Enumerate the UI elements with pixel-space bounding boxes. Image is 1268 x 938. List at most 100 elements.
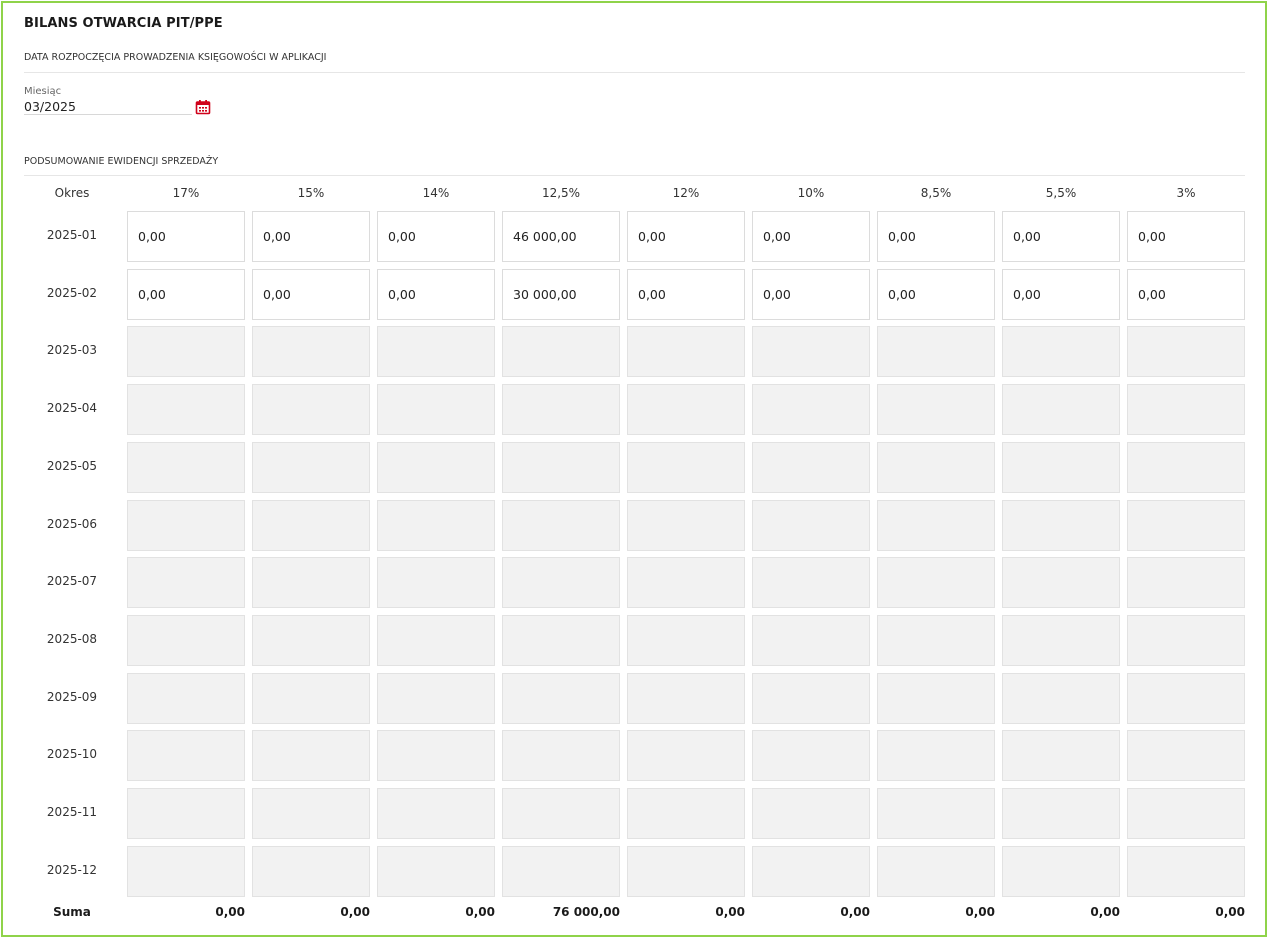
section-divider: [24, 72, 1245, 73]
sum-value: 76 000,00: [552, 905, 620, 920]
amount-input: [377, 441, 495, 493]
amount-input[interactable]: [502, 268, 620, 320]
amount-input: [127, 326, 245, 378]
amount-input: [1127, 788, 1245, 839]
amount-input: [252, 614, 370, 666]
amount-input[interactable]: [127, 268, 245, 320]
sum-value: 0,00: [1215, 905, 1245, 920]
amount-input[interactable]: [1127, 211, 1245, 262]
amount-input: [752, 730, 870, 782]
amount-input: [1002, 788, 1120, 839]
amount-input: [252, 326, 370, 378]
amount-input: [1002, 441, 1120, 493]
amount-input: [252, 788, 370, 839]
amount-input: [627, 614, 745, 666]
amount-input[interactable]: [1002, 268, 1120, 320]
amount-input: [502, 730, 620, 782]
amount-input: [627, 788, 745, 839]
amount-input: [127, 499, 245, 551]
period-label: 2025-07: [46, 574, 98, 589]
amount-input: [877, 845, 995, 897]
rate-column-header: 8,5%: [920, 186, 952, 200]
amount-input: [377, 384, 495, 436]
amount-input: [1127, 730, 1245, 782]
amount-input: [1002, 614, 1120, 666]
amount-input: [377, 326, 495, 378]
period-label: 2025-01: [46, 228, 98, 242]
amount-input[interactable]: [1002, 211, 1120, 262]
amount-input: [377, 672, 495, 724]
amount-input: [752, 384, 870, 436]
amount-input: [127, 614, 245, 666]
amount-input[interactable]: [1127, 268, 1245, 320]
amount-input: [752, 788, 870, 839]
amount-input: [502, 672, 620, 724]
amount-input: [752, 672, 870, 724]
amount-input: [127, 384, 245, 436]
amount-input: [1002, 672, 1120, 724]
amount-input[interactable]: [377, 268, 495, 320]
sum-value: 0,00: [340, 905, 370, 920]
amount-input: [252, 672, 370, 724]
sum-value: 0,00: [215, 905, 245, 920]
amount-input: [627, 326, 745, 378]
amount-input[interactable]: [877, 211, 995, 262]
amount-input: [627, 384, 745, 436]
amount-input: [877, 788, 995, 839]
amount-input[interactable]: [377, 211, 495, 262]
sum-label: Suma: [53, 905, 91, 920]
calendar-icon[interactable]: [195, 99, 211, 115]
amount-input: [377, 845, 495, 897]
rate-column-header: 15%: [297, 186, 325, 200]
amount-input: [127, 788, 245, 839]
period-label: 2025-09: [46, 689, 98, 704]
amount-input: [752, 499, 870, 551]
amount-input: [377, 557, 495, 609]
amount-input[interactable]: [252, 268, 370, 320]
amount-input: [1127, 845, 1245, 897]
start-date-section-heading: DATA ROZPOCZĘCIA PROWADZENIA KSIĘGOWOŚCI…: [24, 52, 327, 63]
amount-input: [627, 499, 745, 551]
amount-input: [752, 845, 870, 897]
sum-value: 0,00: [465, 905, 495, 920]
amount-input: [502, 614, 620, 666]
amount-input: [1002, 326, 1120, 378]
page-title: BILANS OTWARCIA PIT/PPE: [24, 16, 223, 31]
amount-input: [752, 441, 870, 493]
amount-input: [877, 730, 995, 782]
section-divider: [24, 175, 1245, 176]
period-label: 2025-11: [46, 805, 98, 819]
amount-input: [1127, 557, 1245, 609]
amount-input[interactable]: [252, 211, 370, 262]
amount-input[interactable]: [627, 211, 745, 262]
period-column-header: Okres: [54, 186, 90, 200]
amount-input[interactable]: [502, 211, 620, 262]
amount-input: [252, 557, 370, 609]
amount-input: [502, 326, 620, 378]
amount-input: [627, 557, 745, 609]
amount-input: [127, 557, 245, 609]
amount-input: [877, 326, 995, 378]
amount-input[interactable]: [127, 211, 245, 262]
amount-input: [1127, 499, 1245, 551]
amount-input: [127, 730, 245, 782]
sum-value: 0,00: [965, 905, 995, 920]
amount-input[interactable]: [752, 211, 870, 262]
amount-input[interactable]: [877, 268, 995, 320]
amount-input: [377, 614, 495, 666]
period-label: 2025-04: [46, 401, 98, 416]
sum-value: 0,00: [840, 905, 870, 920]
amount-input: [877, 384, 995, 436]
amount-input[interactable]: [627, 268, 745, 320]
amount-input: [377, 730, 495, 782]
amount-input: [752, 326, 870, 378]
period-label: 2025-05: [46, 458, 98, 473]
amount-input: [752, 614, 870, 666]
amount-input[interactable]: [752, 268, 870, 320]
amount-input: [627, 672, 745, 724]
period-label: 2025-12: [46, 862, 98, 877]
amount-input: [1127, 326, 1245, 378]
period-label: 2025-10: [46, 747, 98, 762]
month-input[interactable]: [24, 98, 192, 115]
amount-input: [877, 441, 995, 493]
